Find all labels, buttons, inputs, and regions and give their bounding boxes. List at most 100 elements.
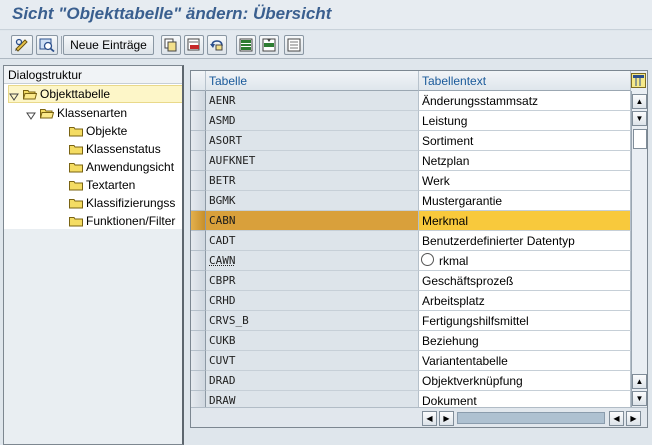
display-change-icon[interactable] — [11, 35, 33, 55]
table-row[interactable]: ASMD Leistung — [191, 111, 631, 131]
table-cell-tabellentext[interactable]: Dokument — [419, 391, 631, 407]
vertical-scroll-thumb[interactable] — [633, 129, 647, 149]
table-cell-tabellentext[interactable]: Mustergarantie — [419, 191, 631, 211]
row-selector[interactable] — [191, 331, 206, 351]
collapse-icon[interactable] — [9, 90, 19, 101]
horizontal-scroll-track[interactable] — [457, 412, 605, 424]
tree-node-klassenarten[interactable]: Klassenarten — [26, 104, 127, 122]
scroll-down-icon[interactable]: ▼ — [632, 111, 647, 126]
table-row[interactable]: CRHD Arbeitsplatz — [191, 291, 631, 311]
row-selector[interactable] — [191, 171, 206, 191]
row-selector[interactable] — [191, 251, 206, 271]
table-cell-tabellentext[interactable]: Merkmal — [419, 211, 631, 231]
delete-icon[interactable] — [184, 35, 204, 55]
copy-icon[interactable] — [161, 35, 181, 55]
row-selector[interactable] — [191, 191, 206, 211]
table-cell-tabellentext[interactable]: Variantentabelle — [419, 351, 631, 371]
folder-icon — [69, 144, 83, 155]
scroll-left-icon[interactable]: ◀ — [422, 411, 437, 426]
tree-node-klassenstatus[interactable]: Klassenstatus — [69, 140, 161, 158]
select-all-icon[interactable] — [236, 35, 256, 55]
scroll-down-icon[interactable]: ▼ — [632, 391, 647, 406]
tree-node-funktionen-filter[interactable]: Funktionen/Filter — [69, 212, 175, 230]
scroll-left-icon[interactable]: ◀ — [609, 411, 624, 426]
row-selector[interactable] — [191, 351, 206, 371]
row-selector[interactable] — [191, 291, 206, 311]
table-row[interactable]: AENR Änderungsstammsatz — [191, 91, 631, 111]
table-cell-tabellentext[interactable]: Sortiment — [419, 131, 631, 151]
row-selector[interactable] — [191, 391, 206, 407]
table-cell-text: rkmal — [439, 254, 469, 268]
table-cell-tabelle: CUKB — [206, 331, 419, 351]
column-header-tabelle[interactable]: Tabelle — [206, 71, 419, 91]
table-cell-tabellentext[interactable]: Beziehung — [419, 331, 631, 351]
table-cell-tabellentext[interactable]: Objektverknüpfung — [419, 371, 631, 391]
table-cell-tabellentext[interactable]: Geschäftsprozeß — [419, 271, 631, 291]
select-all-column-header[interactable] — [191, 71, 206, 91]
folder-open-icon — [39, 108, 55, 119]
dialog-structure-panel: Dialogstruktur Objekttabelle Klassenarte… — [3, 65, 184, 445]
table-cell-tabellentext[interactable]: Netzplan — [419, 151, 631, 171]
tree-node-objekttabelle[interactable]: Objekttabelle — [8, 85, 182, 103]
vertical-scrollbar[interactable]: ▲ ▼ ▲ ▼ — [631, 91, 647, 407]
scroll-up-icon[interactable]: ▲ — [632, 374, 647, 389]
row-selector[interactable] — [191, 211, 206, 231]
table-row[interactable]: BETR Werk — [191, 171, 631, 191]
table-cell-tabellentext[interactable]: Änderungsstammsatz — [419, 91, 631, 111]
table-settings-icon[interactable] — [631, 73, 646, 88]
table-cell-tabelle: CADT — [206, 231, 419, 251]
horizontal-scroll-area: ◀ ▶ ◀ ▶ — [191, 407, 647, 427]
column-header-tabellentext[interactable]: Tabellentext — [419, 71, 631, 91]
table-row[interactable]: CAWN rkmal — [191, 251, 631, 271]
table-cell-tabelle: ASORT — [206, 131, 419, 151]
new-entries-button[interactable]: Neue Einträge — [63, 35, 154, 55]
scroll-up-icon[interactable]: ▲ — [632, 94, 647, 109]
table-row[interactable]: DRAW Dokument — [191, 391, 631, 407]
table-cell-tabelle: CABN — [206, 211, 419, 231]
row-selector[interactable] — [191, 371, 206, 391]
row-selector[interactable] — [191, 271, 206, 291]
table-cell-tabellentext[interactable]: Benutzerdefinierter Datentyp — [419, 231, 631, 251]
table-row[interactable]: BGMK Mustergarantie — [191, 191, 631, 211]
folder-icon — [69, 162, 83, 173]
table-row[interactable]: AUFKNET Netzplan — [191, 151, 631, 171]
row-selector[interactable] — [191, 231, 206, 251]
folder-icon — [69, 126, 83, 137]
details-icon[interactable] — [36, 35, 58, 55]
table-cell-tabelle: CBPR — [206, 271, 419, 291]
tree-node-textarten[interactable]: Textarten — [69, 176, 135, 194]
table-row[interactable]: CADT Benutzerdefinierter Datentyp — [191, 231, 631, 251]
table-row[interactable]: CUVT Variantentabelle — [191, 351, 631, 371]
row-selector[interactable] — [191, 151, 206, 171]
table-cell-tabellentext[interactable]: Fertigungshilfsmittel — [419, 311, 631, 331]
table-row-selected[interactable]: CABN Merkmal — [191, 211, 631, 231]
table-cell-tabelle: CAWN — [206, 251, 419, 271]
quickinfo-icon — [421, 253, 434, 266]
application-toolbar: Neue Einträge — [0, 31, 652, 59]
table-row[interactable]: DRAD Objektverknüpfung — [191, 371, 631, 391]
table-cell-tabellentext[interactable]: rkmal — [419, 251, 631, 271]
row-selector[interactable] — [191, 111, 206, 131]
deselect-all-icon[interactable] — [284, 35, 304, 55]
tree-node-objekte[interactable]: Objekte — [69, 122, 127, 140]
row-selector[interactable] — [191, 91, 206, 111]
row-selector[interactable] — [191, 311, 206, 331]
undo-icon[interactable] — [207, 35, 227, 55]
table-cell-tabellentext[interactable]: Arbeitsplatz — [419, 291, 631, 311]
select-block-icon[interactable] — [259, 35, 279, 55]
table-cell-tabellentext[interactable]: Werk — [419, 171, 631, 191]
collapse-icon[interactable] — [26, 109, 36, 120]
tree-node-klassifizierungss[interactable]: Klassifizierungss — [69, 194, 175, 212]
table-row[interactable]: ASORT Sortiment — [191, 131, 631, 151]
row-selector[interactable] — [191, 131, 206, 151]
scroll-right-icon[interactable]: ▶ — [439, 411, 454, 426]
folder-open-icon — [22, 89, 38, 100]
tree-node-label: Objekte — [86, 124, 128, 138]
table-cell-tabellentext[interactable]: Leistung — [419, 111, 631, 131]
table-row[interactable]: CRVS_B Fertigungshilfsmittel — [191, 311, 631, 331]
scroll-right-icon[interactable]: ▶ — [626, 411, 641, 426]
table-cell-tabelle: AUFKNET — [206, 151, 419, 171]
tree-node-anwendungsicht[interactable]: Anwendungsicht — [69, 158, 174, 176]
table-row[interactable]: CUKB Beziehung — [191, 331, 631, 351]
table-row[interactable]: CBPR Geschäftsprozeß — [191, 271, 631, 291]
